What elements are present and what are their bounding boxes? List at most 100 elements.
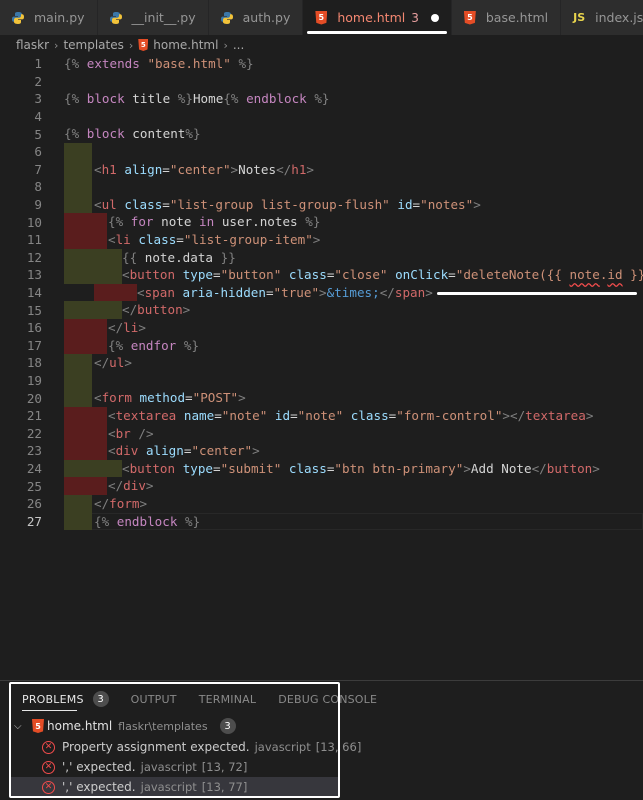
code-text: <form method="POST">	[94, 390, 246, 406]
code-line: 23 <div align="center">	[0, 442, 643, 460]
code-line: 19	[0, 371, 643, 390]
code-line: 16 </li>	[0, 319, 643, 337]
line-number: 3	[34, 91, 42, 107]
tab-label: base.html	[485, 10, 549, 25]
code-text: </ul>	[94, 355, 132, 371]
html-icon: 5	[138, 39, 149, 51]
html-icon: 5	[462, 10, 478, 26]
python-icon	[219, 10, 235, 26]
line-number: 22	[26, 425, 42, 441]
line-number: 4	[34, 109, 42, 125]
code-text: {% block title %}Home{% endblock %}	[64, 91, 330, 107]
unsaved-dot-icon[interactable]	[430, 13, 439, 22]
line-number: 11	[26, 232, 42, 248]
editor-tabbar: main.py __init__.py auth.py 5 home.html …	[0, 0, 643, 35]
breadcrumb-more[interactable]: ...	[233, 38, 244, 52]
code-line: 22 <br />	[0, 424, 643, 443]
chevron-right-icon: ›	[223, 38, 228, 52]
code-line: 26 </form>	[0, 495, 643, 513]
tab-index-js[interactable]: JS index.js	[561, 0, 643, 35]
code-editor[interactable]: 1 {% extends "base.html" %} 2 3 {% block…	[0, 55, 643, 675]
line-number: 16	[26, 320, 42, 336]
line-number: 27	[26, 513, 42, 529]
line-number: 21	[26, 408, 42, 424]
line-number: 15	[26, 302, 42, 318]
line-number: 12	[26, 249, 42, 265]
line-number: 24	[26, 461, 42, 477]
tab-init-py[interactable]: __init__.py	[97, 0, 209, 35]
code-line: 24 <button type="submit" class="btn btn-…	[0, 459, 643, 478]
problems-highlight-box	[9, 682, 340, 798]
line-number: 6	[34, 144, 42, 160]
code-text: <span aria-hidden="true">&times;</span>	[137, 284, 433, 300]
line-number: 1	[34, 56, 42, 72]
tab-label: index.js	[595, 10, 643, 25]
code-text: {{ note.data }}	[122, 249, 236, 265]
code-text: <button type="submit" class="btn btn-pri…	[122, 460, 600, 476]
code-text: <textarea name="note" id="note" class="f…	[108, 408, 594, 423]
tab-label: home.html	[337, 10, 406, 25]
code-line: 5 {% block content%}	[0, 125, 643, 143]
code-line-current: 27 {% endblock %}	[0, 512, 643, 531]
line-number: 10	[26, 214, 42, 230]
line-number: 7	[34, 161, 42, 177]
code-text: {% extends "base.html" %}	[64, 56, 254, 71]
js-icon: JS	[573, 11, 586, 24]
line-number: 5	[34, 126, 42, 142]
code-line: 1 {% extends "base.html" %}	[0, 55, 643, 73]
chevron-right-icon: ›	[54, 38, 59, 52]
tab-label: auth.py	[242, 10, 291, 25]
breadcrumb-folder-templates[interactable]: templates	[63, 38, 123, 52]
line-number: 14	[26, 285, 42, 301]
line-number: 9	[34, 197, 42, 213]
tab-base-html[interactable]: 5 base.html	[451, 0, 562, 35]
tab-main-py[interactable]: main.py	[0, 0, 98, 35]
line-number: 17	[26, 337, 42, 353]
code-line: 6	[0, 143, 643, 161]
code-text: {% block content%}	[64, 126, 201, 142]
line-number: 23	[26, 443, 42, 459]
code-line: 4	[0, 108, 643, 126]
code-line: 9 <ul class="list-group list-group-flush…	[0, 195, 643, 214]
code-text: <li class="list-group-item">	[108, 232, 321, 247]
code-text: <ul class="list-group list-group-flush" …	[94, 196, 481, 212]
line-number: 25	[26, 478, 42, 494]
line-number: 2	[34, 73, 42, 89]
code-text: {% endblock %}	[94, 513, 201, 529]
code-line: 18 </ul>	[0, 354, 643, 372]
line-number: 26	[26, 496, 42, 512]
code-text: </form>	[94, 496, 148, 511]
line-number: 8	[34, 179, 42, 195]
code-line: 13 <button type="button" class="close" o…	[0, 266, 643, 284]
code-text: <div align="center">	[108, 443, 260, 459]
code-line: 25 </div>	[0, 477, 643, 495]
code-text: <h1 align="center">Notes</h1>	[94, 161, 314, 177]
breadcrumb: flaskr › templates › 5 home.html › ...	[0, 35, 643, 55]
code-line: 2	[0, 73, 643, 91]
code-text: </div>	[108, 478, 154, 494]
tab-home-html[interactable]: 5 home.html 3	[303, 0, 452, 35]
tab-label: __init__.py	[131, 10, 196, 25]
line-number: 20	[26, 390, 42, 406]
python-icon	[108, 10, 124, 26]
code-line: 3 {% block title %}Home{% endblock %}	[0, 90, 643, 108]
tab-auth-py[interactable]: auth.py	[208, 0, 304, 35]
line-number: 19	[26, 373, 42, 389]
code-text: {% endfor %}	[108, 337, 200, 353]
code-text: {% for note in user.notes %}	[108, 214, 321, 230]
code-line: 8	[0, 178, 643, 196]
code-line: 10 {% for note in user.notes %}	[0, 213, 643, 231]
tab-label: main.py	[34, 10, 85, 25]
chevron-right-icon: ›	[128, 38, 134, 52]
code-text: <button type="button" class="close" onCl…	[122, 267, 643, 283]
code-line: 17 {% endfor %}	[0, 336, 643, 355]
code-text: </button>	[122, 302, 191, 318]
breadcrumb-file[interactable]: home.html	[153, 38, 218, 52]
tab-problem-count: 3	[411, 10, 419, 25]
python-icon	[10, 10, 26, 26]
breadcrumb-folder-flaskr[interactable]: flaskr	[16, 38, 49, 52]
line-number: 18	[26, 355, 42, 371]
code-line: 20 <form method="POST">	[0, 389, 643, 407]
line-number: 13	[26, 267, 42, 283]
code-line: 15 </button>	[0, 301, 643, 319]
